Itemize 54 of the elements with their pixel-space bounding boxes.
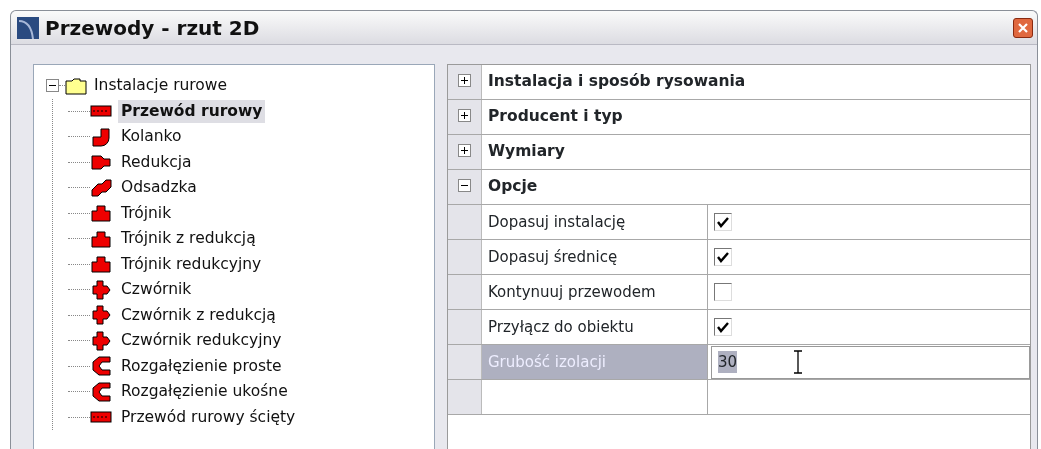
collapse-icon[interactable] <box>458 179 471 192</box>
tree-item[interactable]: Czwórnik z redukcją <box>118 303 279 327</box>
cross-icon <box>90 279 112 300</box>
row-gutter <box>448 310 482 344</box>
tree-item[interactable]: Odsadzka <box>118 176 200 200</box>
window-title: Przewody - rzut 2D <box>45 14 261 42</box>
tree-item[interactable]: Rozgałęzienie proste <box>118 354 285 378</box>
property-label[interactable]: Przyłącz do obiektu <box>482 310 708 344</box>
tree-item[interactable]: Kolanko <box>118 125 185 149</box>
row-gutter <box>448 380 482 414</box>
cross-icon <box>90 330 112 351</box>
tee-icon <box>90 203 112 224</box>
expand-icon[interactable] <box>458 144 471 157</box>
row-gutter <box>448 275 482 309</box>
category-label: Opcje <box>487 176 538 198</box>
tree-item[interactable]: Instalacje rurowe <box>91 74 231 98</box>
tee-icon <box>90 254 112 275</box>
branch-icon <box>90 356 112 377</box>
elbow-icon <box>90 126 112 147</box>
collapse-icon[interactable] <box>46 79 59 93</box>
text-cursor-icon <box>793 350 804 374</box>
close-icon <box>1018 22 1028 33</box>
checkbox[interactable] <box>714 283 732 301</box>
expand-icon[interactable] <box>458 109 471 122</box>
offset-icon <box>90 177 112 198</box>
tree-item[interactable]: Redukcja <box>118 150 195 174</box>
reducer-icon <box>90 152 112 173</box>
branch-icon <box>90 381 112 402</box>
tree-item[interactable]: Rozgałęzienie ukośne <box>118 380 291 404</box>
category-label: Instalacja i sposób rysowania <box>487 71 746 93</box>
tree-item[interactable]: Przewód rurowy <box>118 99 266 123</box>
row-gutter <box>448 345 482 379</box>
property-label[interactable]: Kontynuuj przewodem <box>482 275 708 309</box>
tree-item[interactable]: Czwórnik <box>118 278 195 302</box>
app-logo-icon <box>17 16 39 39</box>
property-label[interactable]: Dopasuj instalację <box>482 205 708 239</box>
property-label[interactable]: Dopasuj średnicę <box>482 240 708 274</box>
expand-icon[interactable] <box>458 74 471 87</box>
tree-item[interactable]: Przewód rurowy ścięty <box>118 405 299 429</box>
tree-item[interactable]: Trójnik z redukcją <box>118 227 259 251</box>
cross-icon <box>90 305 112 326</box>
tree-item[interactable]: Czwórnik redukcyjny <box>118 329 285 353</box>
tree-item[interactable]: Trójnik <box>118 201 175 225</box>
folder-icon <box>65 76 87 95</box>
category-label: Producent i typ <box>487 106 623 128</box>
close-button[interactable] <box>1013 17 1033 38</box>
tree-item[interactable]: Trójnik redukcyjny <box>118 252 265 276</box>
category-label: Wymiary <box>487 141 565 163</box>
text-input[interactable]: 30 <box>711 345 1030 379</box>
checkbox[interactable] <box>714 318 732 336</box>
row-gutter <box>448 240 482 274</box>
tee-icon <box>90 228 112 249</box>
checkbox[interactable] <box>714 248 732 266</box>
checkbox[interactable] <box>714 213 732 231</box>
